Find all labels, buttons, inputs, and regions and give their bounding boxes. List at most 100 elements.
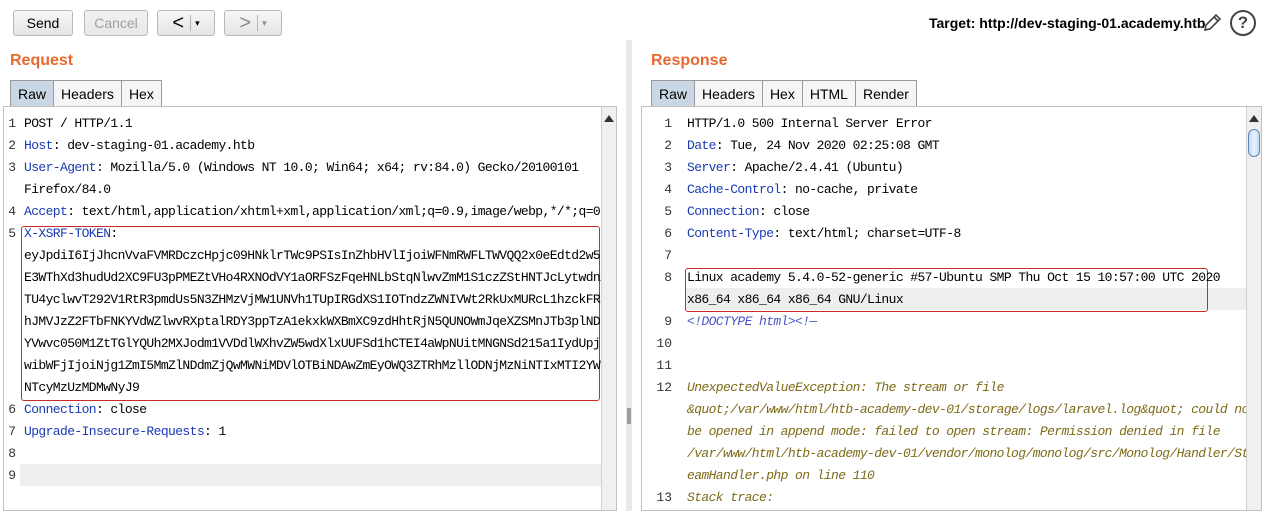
code-line[interactable]: &quot;/var/www/html/htb-academy-dev-01/s… (687, 399, 1257, 421)
pencil-icon[interactable] (1201, 12, 1223, 34)
header-value: POST / HTTP/1.1 (24, 116, 133, 131)
code-line[interactable]: Cache-Control: no-cache, private (687, 179, 918, 201)
response-tabs: Raw Headers Hex HTML Render (651, 80, 917, 106)
code-line[interactable]: Upgrade-Insecure-Requests: 1 (24, 421, 226, 443)
code-line[interactable]: Host: dev-staging-01.academy.htb (24, 135, 255, 157)
header-value: : Tue, 24 Nov 2020 02:25:08 GMT (715, 138, 940, 153)
tab-headers[interactable]: Headers (694, 80, 763, 106)
tab-raw[interactable]: Raw (10, 80, 55, 106)
header-value: : no-cache, private (780, 182, 918, 197)
header-value: : close (96, 402, 147, 417)
header-value: eamHandler.php on line 110 (687, 468, 875, 483)
code-line[interactable]: Accept: text/html,application/xhtml+xml,… (24, 201, 615, 223)
back-button[interactable]: < ▾ (157, 10, 215, 36)
help-icon[interactable]: ? (1230, 10, 1256, 36)
tab-html[interactable]: HTML (801, 80, 856, 106)
code-line[interactable]: YVwvc050M1ZtTGlYQUh2MXJodm1VVDdlWXhvZW5w… (24, 333, 615, 355)
code-line[interactable]: UnexpectedValueException: The stream or … (687, 377, 1004, 399)
response-title: Response (651, 52, 728, 69)
code-line[interactable]: Connection: close (687, 201, 810, 223)
code-line[interactable]: /var/www/html/htb-academy-dev-01/vendor/… (687, 443, 1257, 465)
code-line[interactable]: TU4yclwvT292V1RtR3pmdUs5N3ZHMzVjMW1UNVh1… (24, 289, 615, 311)
header-value: Linux academy 5.4.0-52-generic #57-Ubunt… (687, 270, 1221, 285)
target-label: Target: http://dev-staging-01.academy.ht… (929, 15, 1206, 31)
code-line[interactable]: Stack trace: (687, 487, 774, 509)
line-number: 6 (664, 226, 672, 241)
response-editor[interactable]: 1 2 3 4 5 6 7 8 9 10 11 12 13 HTTP/1.0 500 Internal … (641, 106, 1262, 511)
response-scrollbar[interactable] (1246, 107, 1261, 510)
line-number: 4 (664, 182, 672, 197)
code-line[interactable]: x86_64 x86_64 x86_64 GNU/Linux (687, 289, 904, 311)
code-line[interactable]: Server: Apache/2.4.41 (Ubuntu) (687, 157, 904, 179)
request-scrollbar[interactable] (601, 107, 616, 510)
code-line[interactable]: eyJpdiI6IjJhcnVvaFVMRDczcHpjc09HNklrTWc9… (24, 245, 615, 267)
header-name: Upgrade-Insecure-Requests (24, 424, 205, 439)
splitter-grip[interactable] (627, 408, 631, 424)
request-title: Request (10, 52, 74, 69)
line-number: 4 (8, 204, 16, 219)
header-name: Date (687, 138, 716, 153)
line-number: 6 (8, 402, 16, 417)
header-value: wibWFjIjoiNjg1ZmI5MmZlNDdmZjQwMWNiMDVlOT… (24, 358, 615, 373)
current-line-highlight (20, 464, 602, 486)
header-value: NTcyMzUzMDMwNyJ9 (24, 380, 140, 395)
code-line[interactable]: X-XSRF-TOKEN: (24, 223, 118, 245)
header-value: YVwvc050M1ZtTGlYQUh2MXJodm1VVDdlWXhvZW5w… (24, 336, 615, 351)
line-number: 10 (656, 336, 672, 351)
code-line[interactable]: E3WThXd3hudUd2XC9FU3pPMEZtVHo4RXNOdVY1aO… (24, 267, 615, 289)
header-value: /var/www/html/htb-academy-dev-01/vendor/… (687, 446, 1257, 461)
tab-render[interactable]: Render (854, 80, 917, 106)
header-name: Connection (687, 204, 760, 219)
chevron-down-icon[interactable]: ▾ (195, 18, 200, 29)
header-value: : dev-staging-01.academy.htb (52, 138, 255, 153)
scrollbar-thumb[interactable] (1248, 129, 1260, 157)
line-number: 5 (664, 204, 672, 219)
code-line[interactable]: eamHandler.php on line 110 (687, 465, 875, 487)
line-number: 7 (664, 248, 672, 263)
code-line[interactable]: NTcyMzUzMDMwNyJ9 (24, 377, 140, 399)
line-number: 12 (656, 380, 672, 395)
code-line[interactable]: Linux academy 5.4.0-52-generic #57-Ubunt… (687, 267, 1221, 289)
code-line[interactable]: Connection: close (24, 399, 147, 421)
header-name: Accept (24, 204, 68, 219)
code-line[interactable]: Firefox/84.0 (24, 179, 111, 201)
forward-arrow-icon: > (239, 12, 252, 34)
code-line[interactable]: Content-Type: text/html; charset=UTF-8 (687, 223, 961, 245)
tab-headers[interactable]: Headers (53, 80, 122, 106)
code-line[interactable]: POST / HTTP/1.1 (24, 113, 133, 135)
tab-hex[interactable]: Hex (120, 80, 162, 106)
line-number: 13 (656, 490, 672, 505)
header-value: : 1 (204, 424, 226, 439)
back-arrow-icon: < (172, 12, 185, 34)
line-number: 2 (664, 138, 672, 153)
header-value: Firefox/84.0 (24, 182, 111, 197)
code-line[interactable]: Date: Tue, 24 Nov 2020 02:25:08 GMT (687, 135, 940, 157)
code-line[interactable]: be opened in append mode: failed to open… (687, 421, 1221, 443)
divider (190, 15, 192, 31)
header-value: : Mozilla/5.0 (Windows NT 10.0; Win64; x… (96, 160, 579, 175)
header-name: Connection (24, 402, 97, 417)
forward-button[interactable]: > ▾ (224, 10, 282, 36)
send-button[interactable]: Send (13, 10, 73, 36)
code-line[interactable]: hJMVJzZ2FTbFNKYVdWZlwvRXptalRDY3ppTzA1ek… (24, 311, 615, 333)
line-number: 8 (664, 270, 672, 285)
header-value: : text/html; charset=UTF-8 (773, 226, 961, 241)
code-line[interactable]: User-Agent: Mozilla/5.0 (Windows NT 10.0… (24, 157, 579, 179)
header-value: be opened in append mode: failed to open… (687, 424, 1221, 439)
code-line[interactable]: <!DOCTYPE html><!— (687, 311, 817, 333)
header-name: Content-Type (687, 226, 774, 241)
line-number: 1 (8, 116, 16, 131)
line-number: 8 (8, 446, 16, 461)
tab-raw[interactable]: Raw (651, 80, 696, 106)
header-value: <!DOCTYPE html><!— (687, 314, 817, 329)
request-editor[interactable]: 1 2 3 4 5 6 7 8 9 POST / HTTP/1.1 Host: dev-stagi… (3, 106, 617, 511)
scroll-up-icon[interactable] (1249, 115, 1259, 122)
chevron-down-icon[interactable]: ▾ (262, 18, 267, 29)
code-line[interactable]: wibWFjIjoiNjg1ZmI5MmZlNDdmZjQwMWNiMDVlOT… (24, 355, 615, 377)
header-value: : (110, 226, 118, 241)
pane-splitter[interactable] (626, 40, 632, 511)
scroll-up-icon[interactable] (604, 115, 614, 122)
cancel-button[interactable]: Cancel (84, 10, 148, 36)
code-line[interactable]: HTTP/1.0 500 Internal Server Error (687, 113, 932, 135)
tab-hex[interactable]: Hex (761, 80, 803, 106)
